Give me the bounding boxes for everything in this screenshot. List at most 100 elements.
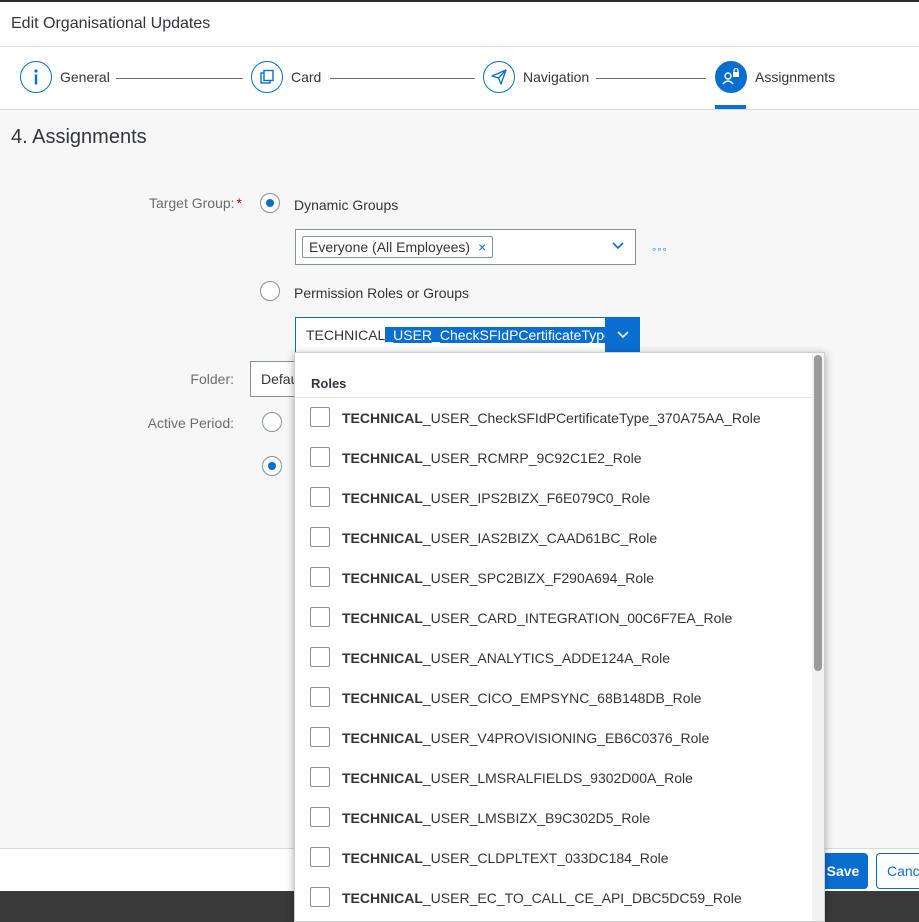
role-label-rest: _USER_CheckSFIdPCertificateType_370A75AA… [422,410,761,426]
save-button[interactable]: Save [818,853,868,889]
role-label-rest: _USER_SPC2BIZX_F290A694_Role [422,570,655,586]
role-label-rest: _USER_CLDPLTEXT_033DC184_Role [422,850,669,866]
roles-list: TECHNICAL _USER_CheckSFIdPCertificateType… [295,398,812,918]
role-checkbox[interactable] [310,487,330,507]
active-period-radio-1[interactable] [262,412,282,432]
role-label-rest: _USER_ANALYTICS_ADDE124A_Role [422,650,671,666]
list-item[interactable]: TECHNICAL_USER_EC_TO_CALL_CE_API_DBC5DC5… [295,878,812,918]
role-label-match: TECHNICAL [342,450,423,466]
role-label: TECHNICAL_USER_RCMRP_9C92C1E2_Role [342,450,642,466]
role-label: TECHNICAL_USER_LMSBIZX_B9C302D5_Role [342,810,650,826]
role-checkbox[interactable] [310,607,330,627]
paper-plane-icon [483,61,515,93]
step-connector [116,78,243,79]
role-label-rest: _USER_LMSBIZX_B9C302D5_Role [422,810,651,826]
page-title: 4. Assignments [11,126,147,148]
role-checkbox[interactable] [310,807,330,827]
info-icon [20,61,52,93]
role-label: TECHNICAL_USER_EC_TO_CALL_CE_API_DBC5DC5… [342,890,742,906]
input-autocomplete-selection: _USER_CheckSFIdPCertificateType [385,327,605,343]
list-item[interactable]: TECHNICAL_USER_IAS2BIZX_CAAD61BC_Role [295,518,812,558]
scrollbar[interactable] [812,353,824,921]
role-label-match: TECHNICAL [342,490,423,506]
wizard-step-label: Card [291,69,322,85]
active-step-indicator [715,105,746,109]
role-checkbox[interactable] [310,407,330,427]
wizard-progress-bar: General Card Navigation Assignments [0,47,919,110]
role-label: TECHNICAL_USER_CICO_EMPSYNC_68B148DB_Rol… [342,690,701,706]
role-label-rest: _USER_IPS2BIZX_F6E079C0_Role [422,490,651,506]
role-label-match: TECHNICAL [342,730,423,746]
cancel-button[interactable]: Cancel [876,853,919,889]
role-label: TECHNICAL_USER_ANALYTICS_ADDE124A_Role [342,650,670,666]
roles-dropdown-list: Roles TECHNICAL _USER_CheckSFIdPCertifica… [294,352,825,922]
chevron-down-icon [616,331,629,339]
role-label: TECHNICAL_USER_CARD_INTEGRATION_00C6F7EA… [342,610,732,626]
dialog-header: Edit Organisational Updates [0,2,919,47]
role-checkbox[interactable] [310,647,330,667]
list-item[interactable]: TECHNICAL_USER_CICO_EMPSYNC_68B148DB_Rol… [295,678,812,718]
role-label-match: TECHNICAL [342,610,423,626]
dynamic-groups-radio[interactable] [260,193,280,213]
active-period-label: Active Period: [147,415,234,431]
role-label-match: TECHNICAL [342,570,423,586]
list-item[interactable]: TECHNICAL_USER_LMSRALFIELDS_9302D00A_Rol… [295,758,812,798]
role-checkbox[interactable] [310,527,330,547]
user-lock-icon [715,61,747,93]
scrollbar-thumb[interactable] [814,355,822,671]
group-token-label: Everyone (All Employees) [309,239,471,255]
target-group-label: Target Group: * [130,195,242,211]
group-token: Everyone (All Employees) × [302,236,494,258]
list-item[interactable]: TECHNICAL_USER_CARD_INTEGRATION_00C6F7EA… [295,598,812,638]
dialog-title: Edit Organisational Updates [11,15,211,32]
active-period-radio-2[interactable] [262,456,282,476]
role-checkbox[interactable] [310,447,330,467]
role-label: TECHNICAL_USER_V4PROVISIONING_EB6C0376_R… [342,730,709,746]
card-copy-icon [251,61,283,93]
role-label-rest: _USER_CARD_INTEGRATION_00C6F7EA_Role [422,610,733,626]
role-checkbox[interactable] [310,727,330,747]
permission-roles-input[interactable]: TECHNICAL_USER_CheckSFIdPCertificateType [295,317,606,353]
role-label-rest: _USER_RCMRP_9C92C1E2_Role [422,450,642,466]
chevron-down-icon[interactable] [611,239,625,253]
required-indicator: * [236,195,242,211]
role-label-match: TECHNICAL [342,890,423,906]
list-item[interactable]: TECHNICAL_USER_V4PROVISIONING_EB6C0376_R… [295,718,812,758]
role-checkbox[interactable] [310,687,330,707]
wizard-step-label: Assignments [755,69,836,85]
permission-roles-label: Permission Roles or Groups [294,285,470,301]
list-item[interactable]: TECHNICAL_USER_RCMRP_9C92C1E2_Role [295,438,812,478]
list-item[interactable]: TECHNICAL_USER_IPS2BIZX_F6E079C0_Role [295,478,812,518]
list-item[interactable]: TECHNICAL_USER_CheckSFIdPCertificateType… [295,398,812,438]
role-label-match: TECHNICAL [342,530,423,546]
folder-label: Folder: [190,371,234,387]
role-label-match: TECHNICAL [342,650,423,666]
step-connector [330,78,475,79]
role-label: TECHNICAL_USER_IAS2BIZX_CAAD61BC_Role [342,530,657,546]
list-item[interactable]: TECHNICAL_USER_LMSBIZX_B9C302D5_Role [295,798,812,838]
list-item[interactable]: TECHNICAL_USER_SPC2BIZX_F290A694_Role [295,558,812,598]
dynamic-groups-combobox[interactable]: Everyone (All Employees) × [295,229,636,265]
role-label-rest: _USER_LMSRALFIELDS_9302D00A_Role [422,770,693,786]
dropdown-group-header: Roles [295,353,812,398]
role-label: TECHNICAL_USER_CLDPLTEXT_033DC184_Role [342,850,669,866]
list-item[interactable]: TECHNICAL_USER_CLDPLTEXT_033DC184_Role [295,838,812,878]
step-connector [596,78,706,79]
more-options-icon[interactable]: ◦◦◦ [652,242,668,256]
role-label-rest: _USER_EC_TO_CALL_CE_API_DBC5DC59_Role [422,890,742,906]
permission-roles-radio[interactable] [260,281,280,301]
remove-token-icon[interactable]: × [478,239,486,255]
role-label-match: TECHNICAL [342,770,423,786]
role-label-match: TECHNICAL [342,810,423,826]
role-checkbox[interactable] [310,567,330,587]
list-item[interactable]: TECHNICAL_USER_ANALYTICS_ADDE124A_Role [295,638,812,678]
role-label-rest: _USER_IAS2BIZX_CAAD61BC_Role [422,530,658,546]
roles-dropdown-button[interactable] [605,317,640,353]
role-label-rest: _USER_V4PROVISIONING_EB6C0376_Role [422,730,710,746]
input-typed-text: TECHNICAL [306,327,386,343]
role-checkbox[interactable] [310,847,330,867]
roles-header: Roles [311,376,347,391]
role-checkbox[interactable] [310,767,330,787]
wizard-step-label: General [60,69,110,85]
role-checkbox[interactable] [310,887,330,907]
